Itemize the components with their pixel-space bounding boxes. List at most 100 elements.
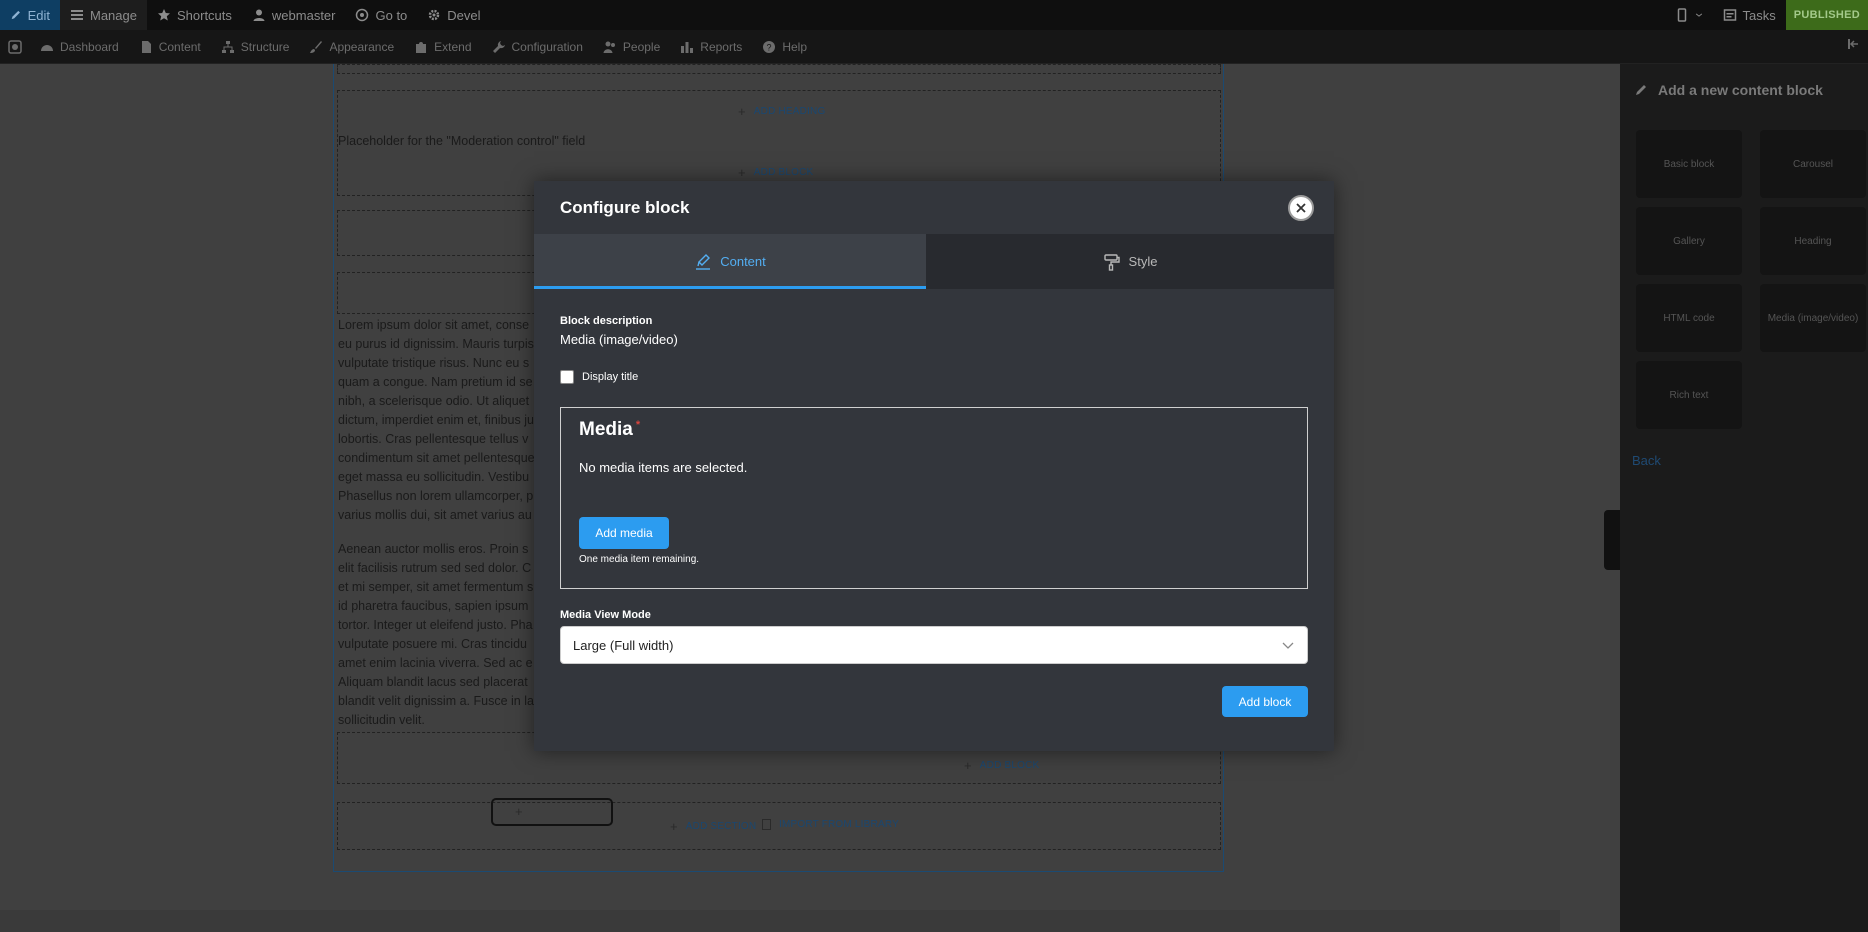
media-heading-label: Media — [579, 419, 633, 440]
menu-appearance-label: Appearance — [329, 39, 395, 54]
home-button[interactable] — [0, 30, 30, 64]
menu-configuration-label: Configuration — [511, 39, 583, 54]
page-icon — [141, 40, 151, 53]
menu-dashboard[interactable]: Dashboard — [30, 30, 129, 64]
add-media-button[interactable]: Add media — [579, 517, 669, 549]
chevron-down-icon — [1282, 642, 1294, 649]
sidebar-title: Add a new content block — [1634, 82, 1823, 98]
edit-label: Edit — [27, 7, 50, 23]
device-preview-button[interactable] — [1665, 0, 1713, 30]
sidebar-title-label: Add a new content block — [1658, 82, 1823, 98]
text-line: sollicitudin velit. — [338, 713, 425, 727]
media-empty-message: No media items are selected. — [579, 460, 748, 475]
menu-configuration[interactable]: Configuration — [482, 30, 593, 64]
add-block-label: ADD BLOCK — [979, 760, 1040, 771]
menu-help-label: Help — [782, 39, 807, 54]
dashboard-icon — [41, 44, 53, 51]
add-block-submit-button[interactable]: Add block — [1222, 686, 1308, 717]
menu-people[interactable]: People — [593, 30, 670, 64]
dialog-title: Configure block — [560, 198, 690, 217]
devel-toolbar-button[interactable]: Devel — [417, 0, 490, 30]
gear-icon — [429, 9, 440, 21]
media-view-mode-select[interactable]: Large (Full width) — [560, 626, 1308, 664]
media-view-mode-value: Large (Full width) — [573, 637, 674, 653]
text-line: blandit velit dignissim a. Fusce in la — [338, 694, 534, 708]
text-line: nibh, a scelerisque odio. Ut aliquet — [338, 394, 530, 408]
media-remaining-text: One media item remaining. — [579, 554, 700, 565]
moderation-placeholder: Placeholder for the "Moderation control"… — [338, 134, 586, 148]
add-section-link[interactable]: + ADD SECTION — [670, 819, 756, 834]
menu-reports[interactable]: Reports — [670, 30, 752, 64]
user-label: webmaster — [271, 7, 336, 23]
paragraph-2: Aenean auctor mollis eros. Proin s elit … — [338, 540, 548, 730]
toolbar-orientation-toggle[interactable] — [1846, 37, 1868, 56]
brush-icon — [696, 253, 711, 270]
display-title-label: Display title — [582, 371, 639, 383]
add-heading-label: ADD HEADING — [753, 106, 826, 117]
shortcuts-toolbar-button[interactable]: Shortcuts — [147, 0, 242, 30]
sidebar-back-link[interactable]: Back — [1632, 453, 1661, 468]
text-line: quam a congue. Nam pretium id se — [338, 375, 533, 389]
tasks-icon — [1723, 9, 1736, 21]
menu-structure[interactable]: Structure — [211, 30, 300, 64]
text-line: varius mollis dui, sit amet varius au — [338, 508, 532, 522]
menu-appearance[interactable]: Appearance — [299, 30, 404, 64]
plus-icon: + — [670, 819, 678, 834]
focused-add-block-button[interactable]: + — [491, 798, 613, 826]
close-icon — [1296, 203, 1306, 213]
block-card-carousel[interactable]: Carousel — [1760, 130, 1866, 198]
status-badge: PUBLISHED — [1785, 0, 1868, 30]
menu-structure-label: Structure — [240, 39, 290, 54]
pencil-icon — [11, 10, 20, 20]
sidebar-resize-handle[interactable] — [1604, 510, 1620, 570]
menu-icon — [71, 10, 83, 20]
edit-toolbar-button[interactable]: Edit — [0, 0, 60, 30]
manage-toolbar-button[interactable]: Manage — [60, 0, 147, 30]
tab-style[interactable]: Style — [926, 234, 1334, 289]
text-line: eu purus id dignissim. Mauris turpis — [338, 337, 534, 351]
add-block-link-right[interactable]: + ADD BLOCK — [964, 758, 1039, 773]
goto-label: Go to — [375, 7, 408, 23]
tasks-toolbar-button[interactable]: Tasks — [1713, 0, 1786, 30]
block-description-label: Block description — [560, 315, 653, 327]
block-card-basic[interactable]: Basic block — [1636, 130, 1742, 198]
text-line: et mi semper, sit amet fermentum s — [338, 580, 534, 594]
import-library-link[interactable]: IMPORT FROM LIBRARY — [762, 819, 899, 830]
add-block-link-top[interactable]: + ADD BLOCK — [738, 165, 813, 180]
block-card-html[interactable]: HTML code — [1636, 284, 1742, 352]
user-icon — [253, 9, 265, 21]
media-fieldset: Media * No media items are selected. Add … — [560, 407, 1308, 589]
menu-help[interactable]: ? Help — [752, 30, 817, 64]
menu-reports-label: Reports — [700, 39, 743, 54]
add-heading-link[interactable]: + ADD HEADING — [738, 104, 825, 119]
close-button[interactable] — [1288, 195, 1314, 221]
block-card-gallery[interactable]: Gallery — [1636, 207, 1742, 275]
block-description-value: Media (image/video) — [560, 332, 678, 347]
plus-icon: + — [738, 104, 746, 119]
block-card-media[interactable]: Media (image/video) — [1760, 284, 1866, 352]
add-section-label: ADD SECTION — [685, 821, 757, 832]
text-line: vulputate tristique risus. Nunc eu s — [338, 356, 530, 370]
page-footer-strip — [0, 910, 1560, 932]
goto-toolbar-button[interactable]: Go to — [345, 0, 417, 30]
text-line: Aliquam blandit lacus sed placerat — [338, 675, 528, 689]
display-title-checkbox[interactable] — [560, 370, 574, 384]
paint-roller-icon — [1103, 253, 1120, 271]
plus-icon: + — [738, 165, 746, 180]
display-title-row: Display title — [560, 370, 638, 384]
block-card-richtext[interactable]: Rich text — [1636, 361, 1742, 429]
drupal-logo-icon — [8, 39, 22, 54]
menu-content[interactable]: Content — [129, 30, 211, 64]
chevron-down-icon — [1695, 13, 1702, 17]
tab-content[interactable]: Content — [534, 234, 926, 289]
block-card-heading[interactable]: Heading — [1760, 207, 1866, 275]
text-line: id pharetra faucibus, sapien ipsum — [338, 599, 529, 613]
manage-label: Manage — [90, 7, 137, 23]
paintbrush-icon — [310, 40, 323, 53]
wrench-icon — [492, 40, 505, 53]
plus-icon: + — [964, 758, 972, 773]
compass-icon — [356, 8, 369, 22]
menu-extend[interactable]: Extend — [404, 30, 481, 64]
tasks-label: Tasks — [1742, 7, 1776, 23]
user-toolbar-button[interactable]: webmaster — [242, 0, 346, 30]
